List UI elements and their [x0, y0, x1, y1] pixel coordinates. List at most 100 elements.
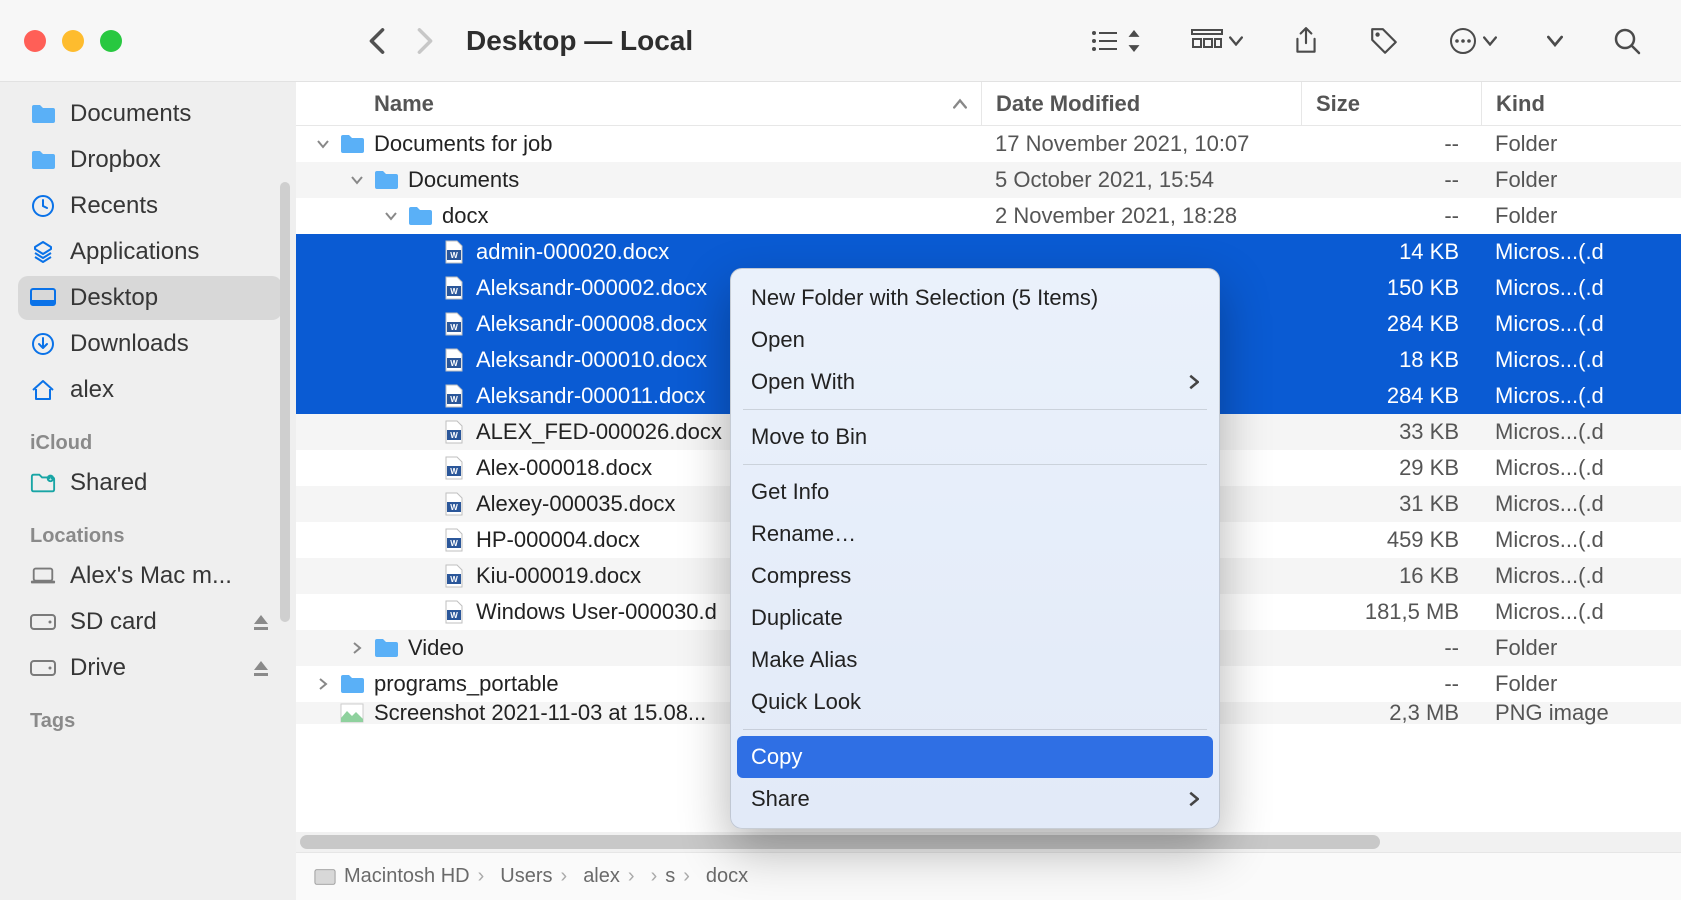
- column-date[interactable]: Date Modified: [981, 82, 1301, 125]
- file-name: Alex-000018.docx: [476, 455, 652, 481]
- minimize-icon[interactable]: [62, 30, 84, 52]
- context-menu-item-new-folder-with-selection-5-items-[interactable]: New Folder with Selection (5 Items): [731, 277, 1219, 319]
- sidebar-item-drive[interactable]: Drive: [18, 646, 282, 690]
- disclosure-down-icon[interactable]: [384, 211, 398, 221]
- sidebar: Documents DropboxRecentsApplications Deskt…: [0, 82, 296, 900]
- file-size: --: [1301, 671, 1481, 697]
- disclosure-down-icon[interactable]: [350, 175, 364, 185]
- context-menu-label: Quick Look: [751, 689, 861, 715]
- path-segment[interactable]: s: [665, 865, 675, 888]
- context-menu-item-share[interactable]: Share: [731, 778, 1219, 820]
- dropdown-button[interactable]: [1547, 35, 1563, 47]
- file-size: 16 KB: [1301, 563, 1481, 589]
- more-actions-button[interactable]: [1449, 27, 1497, 55]
- file-kind: Folder: [1481, 671, 1681, 697]
- path-segment[interactable]: docx: [706, 865, 748, 888]
- disclosure-down-icon[interactable]: [316, 139, 330, 149]
- context-menu-item-get-info[interactable]: Get Info: [731, 471, 1219, 513]
- column-size[interactable]: Size: [1301, 82, 1481, 125]
- docx-icon: W: [440, 528, 468, 552]
- file-size: 31 KB: [1301, 491, 1481, 517]
- docx-icon: W: [440, 348, 468, 372]
- context-menu-label: Duplicate: [751, 605, 843, 631]
- sidebar-item-dropbox[interactable]: Dropbox: [18, 138, 282, 182]
- sidebar-item-alex[interactable]: alex: [18, 368, 282, 412]
- file-row[interactable]: Documents for job17 November 2021, 10:07…: [296, 126, 1681, 162]
- sidebar-item-applications[interactable]: Applications: [18, 230, 282, 274]
- sidebar-item-sd-card[interactable]: SD card: [18, 600, 282, 644]
- disclosure-right-icon[interactable]: [316, 678, 330, 690]
- context-menu-item-open-with[interactable]: Open With: [731, 361, 1219, 403]
- column-kind[interactable]: Kind: [1481, 82, 1681, 125]
- eject-icon[interactable]: [252, 613, 270, 631]
- context-menu-item-quick-look[interactable]: Quick Look: [731, 681, 1219, 723]
- folder-icon: [372, 168, 400, 192]
- sidebar-item-alex-s-mac-m-[interactable]: Alex's Mac m...: [18, 554, 282, 598]
- path-segment[interactable]: Users: [500, 865, 552, 888]
- sidebar-item-recents[interactable]: Recents: [18, 184, 282, 228]
- horizontal-scrollbar[interactable]: [296, 832, 1681, 852]
- sidebar-scrollbar[interactable]: [280, 92, 290, 890]
- file-row[interactable]: Documents5 October 2021, 15:54--Folder: [296, 162, 1681, 198]
- file-kind: Micros...(.d: [1481, 275, 1681, 301]
- svg-text:W: W: [450, 251, 458, 260]
- sidebar-item-shared[interactable]: +Shared: [18, 461, 282, 505]
- context-menu-item-move-to-bin[interactable]: Move to Bin: [731, 416, 1219, 458]
- back-button[interactable]: [366, 30, 388, 52]
- search-button[interactable]: [1613, 27, 1641, 55]
- sidebar-item-label: Desktop: [70, 284, 158, 312]
- file-kind: Micros...(.d: [1481, 419, 1681, 445]
- sidebar-item-documents[interactable]: Documents: [18, 92, 282, 136]
- sidebar-item-downloads[interactable]: Downloads: [18, 322, 282, 366]
- file-kind: Folder: [1481, 167, 1681, 193]
- shared-folder-icon: +: [30, 472, 56, 494]
- svg-text:W: W: [450, 323, 458, 332]
- column-name[interactable]: Name: [296, 91, 981, 117]
- context-menu-item-copy[interactable]: Copy: [737, 736, 1213, 778]
- toolbar: Desktop — Local: [0, 0, 1681, 82]
- docx-icon: W: [440, 600, 468, 624]
- file-kind: PNG image: [1481, 700, 1681, 726]
- sidebar-item-label: Drive: [70, 654, 126, 682]
- file-row[interactable]: docx2 November 2021, 18:28--Folder: [296, 198, 1681, 234]
- sidebar-item-desktop[interactable]: Desktop: [18, 276, 282, 320]
- path-segment[interactable]: alex: [583, 865, 620, 888]
- disclosure-right-icon[interactable]: [350, 642, 364, 654]
- docx-icon: W: [440, 492, 468, 516]
- eject-icon[interactable]: [252, 659, 270, 677]
- context-menu-separator: [743, 409, 1207, 410]
- zoom-icon[interactable]: [100, 30, 122, 52]
- folder-icon: [338, 132, 366, 156]
- file-row[interactable]: Wadmin-000020.docx14 KBMicros...(.d: [296, 234, 1681, 270]
- close-icon[interactable]: [24, 30, 46, 52]
- file-size: 284 KB: [1301, 311, 1481, 337]
- file-date: 17 November 2021, 10:07: [981, 131, 1301, 157]
- context-menu-item-rename-[interactable]: Rename…: [731, 513, 1219, 555]
- file-kind: Micros...(.d: [1481, 455, 1681, 481]
- sidebar-item-label: alex: [70, 376, 114, 404]
- chevron-right-icon: [1189, 374, 1199, 390]
- context-menu-item-open[interactable]: Open: [731, 319, 1219, 361]
- home-icon: [30, 378, 56, 402]
- file-name: Screenshot 2021-11-03 at 15.08...: [374, 700, 706, 726]
- file-name: Alexey-000035.docx: [476, 491, 675, 517]
- context-menu-item-duplicate[interactable]: Duplicate: [731, 597, 1219, 639]
- context-menu-item-make-alias[interactable]: Make Alias: [731, 639, 1219, 681]
- file-size: --: [1301, 203, 1481, 229]
- svg-text:W: W: [450, 431, 458, 440]
- chevron-right-icon: [1189, 791, 1199, 807]
- docx-icon: W: [440, 276, 468, 300]
- sidebar-item-label: SD card: [70, 608, 157, 636]
- file-kind: Micros...(.d: [1481, 563, 1681, 589]
- file-kind: Micros...(.d: [1481, 491, 1681, 517]
- file-kind: Micros...(.d: [1481, 239, 1681, 265]
- group-by-button[interactable]: [1191, 29, 1243, 53]
- share-button[interactable]: [1293, 26, 1319, 56]
- view-list-button[interactable]: [1091, 29, 1141, 53]
- sidebar-item-label: Documents: [70, 100, 191, 128]
- forward-button[interactable]: [414, 30, 436, 52]
- path-segment[interactable]: Macintosh HD: [344, 865, 470, 888]
- tags-button[interactable]: [1369, 26, 1399, 56]
- context-menu-item-compress[interactable]: Compress: [731, 555, 1219, 597]
- docx-icon: W: [440, 240, 468, 264]
